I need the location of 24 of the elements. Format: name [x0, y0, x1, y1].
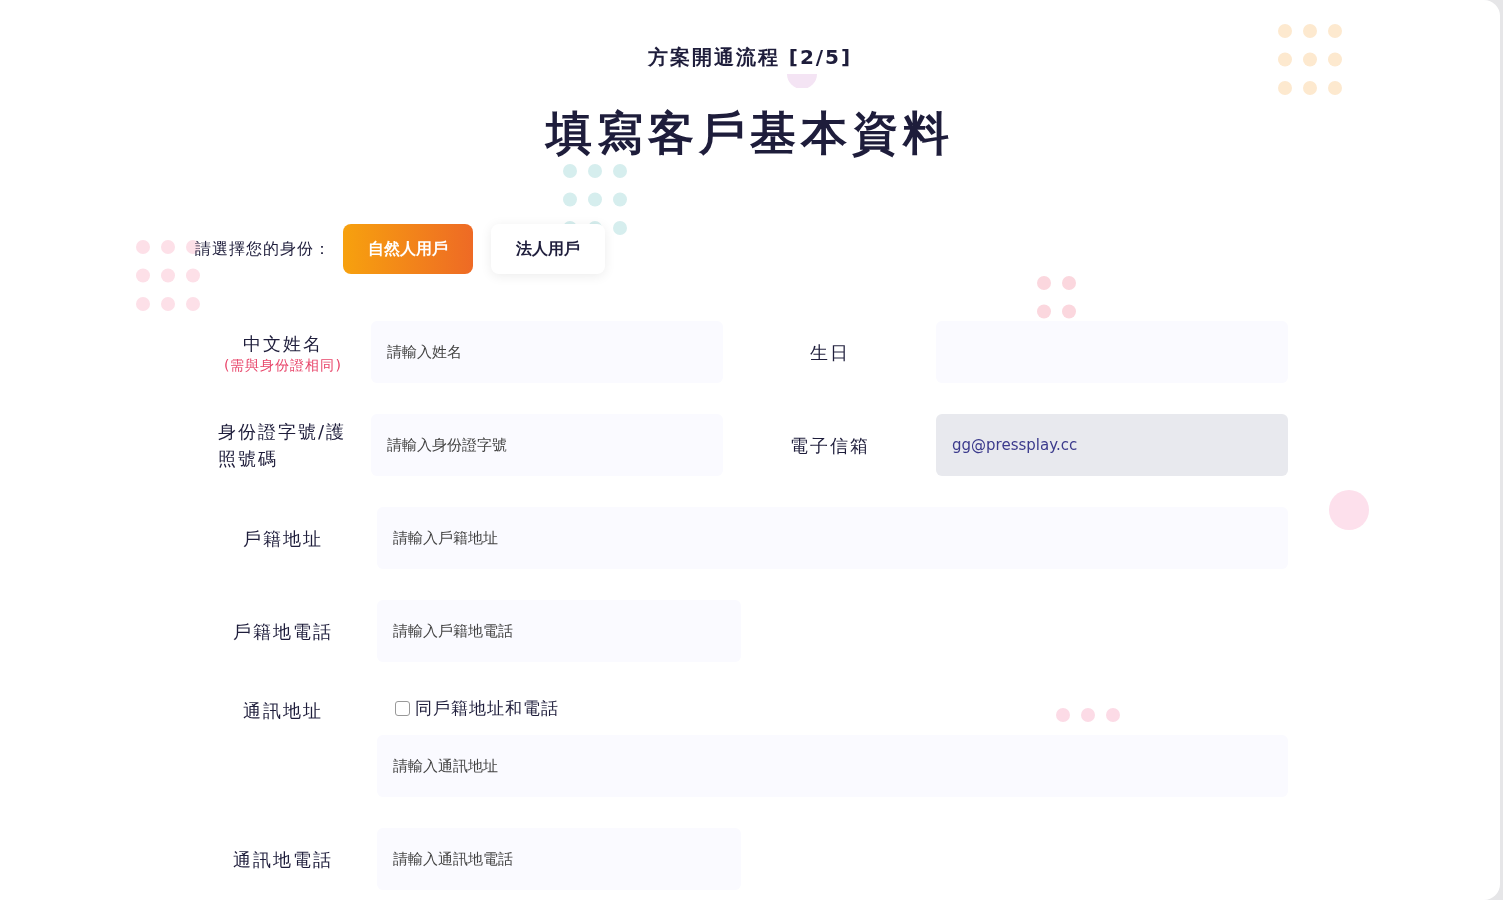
field-label: 身份證字號/護照號碼 — [218, 420, 348, 471]
field-label: 生日 — [809, 340, 850, 365]
field-note: (需與身份證相同) — [224, 356, 342, 375]
input-field[interactable]: 請輸入通訊地址 — [377, 735, 1288, 797]
field-label: 中文姓名 — [243, 331, 323, 356]
field-label: 戶籍地址 — [243, 526, 323, 551]
dot-pattern-drawing — [1278, 24, 1342, 95]
identity-option-button[interactable]: 法人用戶 — [491, 224, 605, 274]
input-field[interactable]: 請輸入戶籍地電話 — [377, 600, 741, 662]
page-title: 填寫客戶基本資料 — [546, 105, 954, 162]
field-label: 電子信箱 — [789, 433, 870, 458]
field-label: 通訊地址 — [243, 699, 323, 723]
field-label: 通訊地電話 — [233, 847, 333, 872]
step-indicator: 方案開通流程 [2/5] — [647, 44, 853, 71]
input-field[interactable]: 請輸入姓名 — [371, 321, 723, 383]
dot-pattern-drawing — [1037, 276, 1076, 319]
dot-pattern-drawing — [1056, 708, 1120, 722]
checkbox[interactable] — [395, 700, 410, 716]
checkbox-label: 同戶籍地址和電話 — [415, 696, 559, 720]
input-field[interactable]: 請輸入戶籍地址 — [377, 507, 1288, 569]
input-field[interactable]: 請輸入通訊地電話 — [377, 828, 741, 890]
input-field[interactable]: 請輸入身份證字號 — [371, 414, 723, 476]
identity-label: 請選擇您的身份： — [195, 238, 331, 260]
field-label: 戶籍地電話 — [233, 619, 333, 644]
